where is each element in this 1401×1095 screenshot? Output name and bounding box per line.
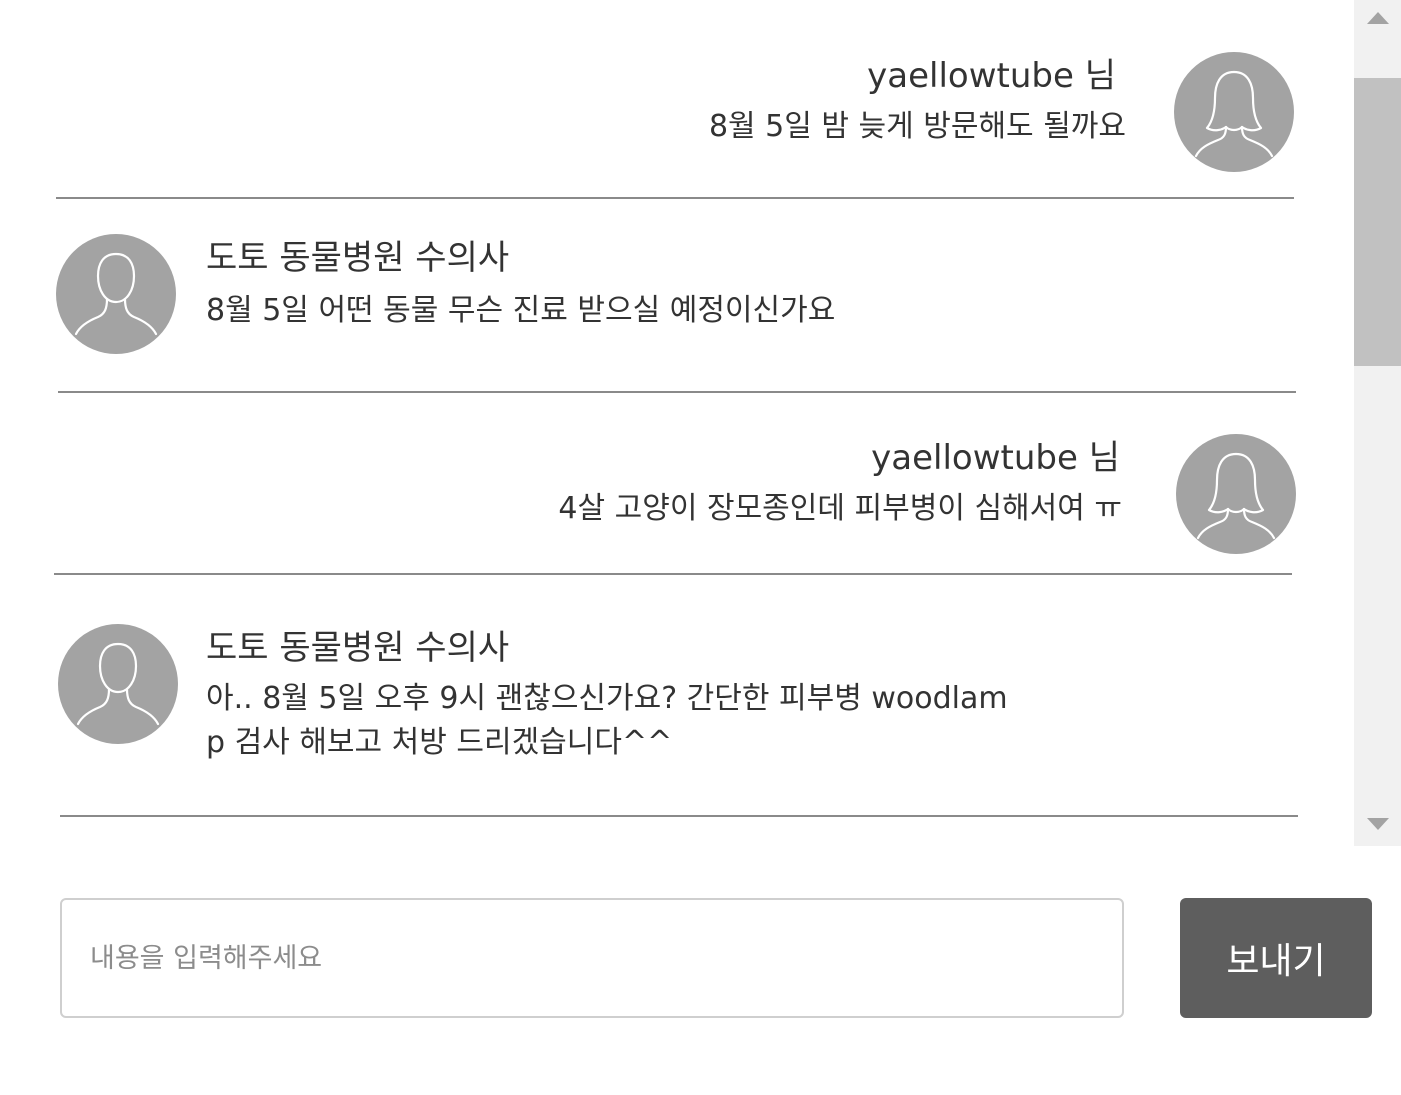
sender-name: 도토 동물병원 수의사 [206, 238, 510, 278]
male-user-icon [58, 624, 178, 744]
chat-message: 도토 동물병원 수의사 8월 5일 어떤 동물 무슨 진료 받으실 예정이신가요 [0, 198, 1352, 392]
male-user-icon [56, 234, 176, 354]
message-text: 4살 고양이 장모종인데 피부병이 심해서여 ㅠ [558, 491, 1122, 526]
chat-scrollbar[interactable] [1354, 0, 1401, 846]
scroll-down-arrow-icon[interactable] [1354, 806, 1401, 842]
scroll-up-arrow-icon[interactable] [1354, 0, 1401, 36]
chat-message: yaellowtube 님 4살 고양이 장모종인데 피부병이 심해서여 ㅠ [0, 392, 1352, 574]
message-text: 아.. 8월 5일 오후 9시 괜찮으신가요? 간단한 피부병 woodlam [206, 681, 1008, 716]
chat-message: yaellowtube 님 8월 5일 밤 늦게 방문해도 될까요 [0, 0, 1352, 198]
female-user-icon [1174, 52, 1294, 172]
message-text: 8월 5일 어떤 동물 무슨 진료 받으실 예정이신가요 [206, 293, 836, 328]
message-text: 8월 5일 밤 늦게 방문해도 될까요 [708, 109, 1126, 144]
scrollbar-thumb[interactable] [1354, 78, 1401, 366]
send-button[interactable]: 보내기 [1180, 898, 1372, 1018]
chat-message-list: yaellowtube 님 8월 5일 밤 늦게 방문해도 될까요 도토 동물병… [0, 0, 1352, 846]
sender-name: 도토 동물병원 수의사 [206, 628, 510, 668]
chat-message: 도토 동물병원 수의사 아.. 8월 5일 오후 9시 괜찮으신가요? 간단한 … [0, 574, 1352, 816]
sender-name: yaellowtube 님 [867, 56, 1116, 96]
message-divider [60, 815, 1298, 817]
sender-name: yaellowtube 님 [871, 438, 1120, 478]
message-input[interactable] [60, 898, 1124, 1018]
female-user-icon [1176, 434, 1296, 554]
message-text: p 검사 해보고 처방 드리겠습니다^^ [206, 725, 673, 760]
